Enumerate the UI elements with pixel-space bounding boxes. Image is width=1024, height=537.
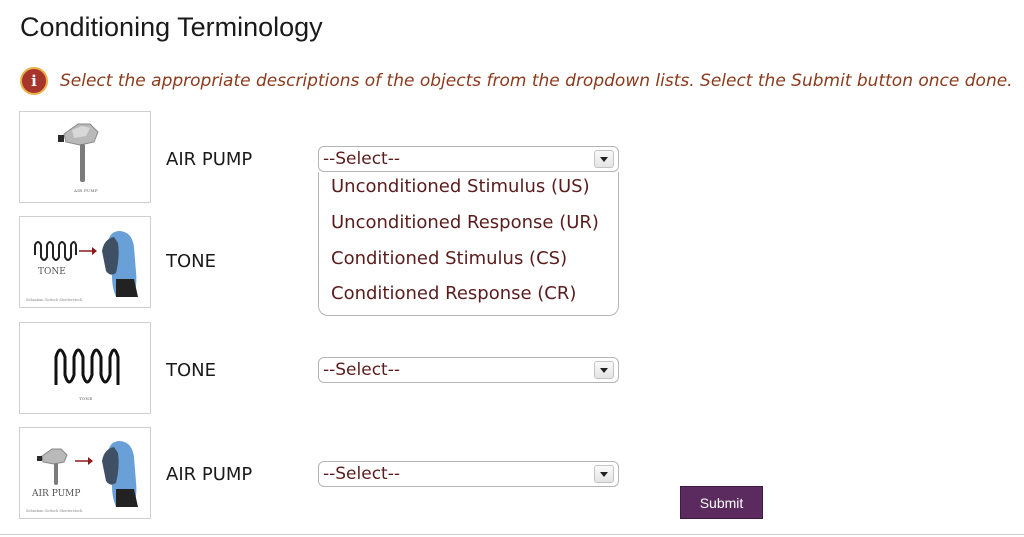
tone-wave-image: TONE <box>19 322 151 414</box>
page-title: Conditioning Terminology <box>20 12 323 42</box>
image-caption: TONE <box>79 396 93 401</box>
select-value: --Select-- <box>323 360 400 380</box>
dropdown-option-us[interactable]: Unconditioned Stimulus (US) <box>331 176 590 197</box>
tone-to-person-image: TONE Sebastian Gottsch Shutterstock <box>19 216 151 308</box>
air-pump-image: AIR PUMP <box>19 111 151 203</box>
dropdown-option-cr[interactable]: Conditioned Response (CR) <box>331 283 576 304</box>
image-caption: AIR PUMP <box>32 489 81 499</box>
image-credit: Sebastian Gottsch Shutterstock <box>26 509 83 513</box>
image-caption: AIR PUMP <box>74 188 98 193</box>
air-pump-to-person-image: AIR PUMP Sebastian Gottsch Shutterstock <box>19 427 151 519</box>
dropdown-option-cs[interactable]: Conditioned Stimulus (CS) <box>331 248 567 269</box>
image-caption: TONE <box>38 267 66 277</box>
description-select-3[interactable]: --Select-- <box>318 357 619 383</box>
chevron-down-icon[interactable] <box>594 150 614 168</box>
row-label-tone: TONE <box>166 251 217 272</box>
description-select-1[interactable]: --Select-- <box>318 146 619 172</box>
row-label-tone: TONE <box>166 360 217 381</box>
description-select-4[interactable]: --Select-- <box>318 461 619 487</box>
submit-button[interactable]: Submit <box>680 486 763 519</box>
chevron-down-icon[interactable] <box>594 465 614 483</box>
dropdown-options-list: Unconditioned Stimulus (US) Unconditione… <box>318 172 619 316</box>
image-credit: Sebastian Gottsch Shutterstock <box>26 298 83 302</box>
chevron-down-icon[interactable] <box>594 361 614 379</box>
row-label-air-pump: AIR PUMP <box>166 149 253 170</box>
divider <box>0 534 1024 535</box>
select-value: --Select-- <box>323 464 400 484</box>
row-label-air-pump: AIR PUMP <box>166 464 253 485</box>
instructions: i Select the appropriate descriptions of… <box>20 66 1013 96</box>
dropdown-option-ur[interactable]: Unconditioned Response (UR) <box>331 212 599 233</box>
select-value: --Select-- <box>323 149 400 169</box>
info-icon: i <box>20 67 48 95</box>
instructions-text: Select the appropriate descriptions of t… <box>60 71 1013 91</box>
